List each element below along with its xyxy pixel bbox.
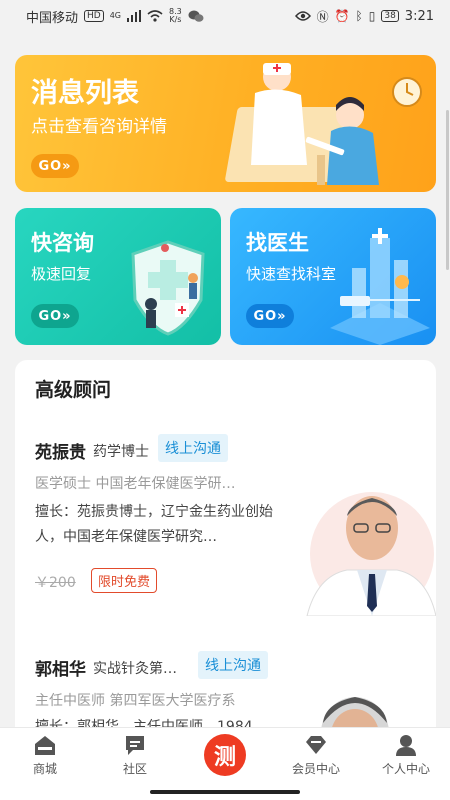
find-doctor-subtitle: 快速查找科室	[246, 265, 337, 283]
consultant-specialty: 擅长：苑振贵博士，辽宁金生药业创始人，中国老年保健医学研究…	[35, 504, 273, 545]
nav-label-member: 会员中心	[291, 762, 340, 776]
hd-badge: HD	[84, 10, 104, 22]
test-center-button[interactable]: 测	[204, 734, 246, 776]
wechat-icon	[188, 10, 204, 22]
nav-label-mall: 商城	[32, 762, 57, 776]
find-doctor-title: 找医生	[246, 231, 309, 255]
carrier-label: 中国移动	[26, 10, 79, 26]
home-icon	[35, 736, 55, 755]
quick-consult-card[interactable]: 快咨询 极速回复 GO»	[15, 208, 221, 345]
status-left: 中国移动 HD 4G 8.3 K/s	[26, 7, 204, 26]
member-icon	[306, 736, 326, 754]
nav-item-mall[interactable]: 商城	[10, 734, 80, 777]
status-bar: 中国移动 HD 4G 8.3 K/s Ⓝ ⏰ ᛒ ▯ 38 3:21	[0, 0, 450, 32]
net-speed: 8.3 K/s	[169, 8, 182, 24]
vibrate-icon: ▯	[368, 9, 376, 23]
scrollbar[interactable]	[446, 110, 449, 270]
section-heading: 高级顾问	[35, 379, 112, 401]
consultant-credentials: 医学硕士 中国老年保健医学研…	[35, 476, 236, 492]
senior-consultants-panel: 高级顾问 苑振贵 药学博士 线上沟通 医学硕士 中国老年保健医学研… 擅长：苑振…	[15, 360, 436, 740]
consultant-name: 苑振贵	[35, 443, 86, 463]
status-right: Ⓝ ⏰ ᛒ ▯ 38 3:21	[294, 8, 434, 25]
message-list-card[interactable]: 消息列表 点击查看咨询详情 GO»	[15, 55, 436, 192]
message-list-go-button[interactable]: GO»	[31, 154, 79, 178]
consultant-name: 郭相华	[35, 660, 86, 680]
nav-item-community[interactable]: 社区	[100, 734, 170, 777]
network-type: 4G	[109, 11, 122, 20]
quick-consult-title: 快咨询	[31, 231, 94, 255]
consultant-credentials: 主任中医师 第四军医大学医疗系	[35, 693, 236, 709]
profile-icon	[396, 735, 416, 756]
nfc-icon: Ⓝ	[316, 9, 329, 24]
find-doctor-go-button[interactable]: GO»	[246, 304, 294, 328]
quick-consult-go-button[interactable]: GO»	[31, 304, 79, 328]
online-chat-tag[interactable]: 线上沟通	[158, 434, 228, 462]
nav-item-profile[interactable]: 个人中心	[371, 734, 441, 777]
message-list-subtitle: 点击查看咨询详情	[31, 117, 167, 137]
message-list-title: 消息列表	[31, 78, 139, 109]
nav-label-profile: 个人中心	[381, 762, 430, 776]
net-speed-unit: K/s	[169, 15, 182, 24]
clock: 3:21	[404, 8, 434, 24]
consultant-card[interactable]: 苑振贵 药学博士 线上沟通 医学硕士 中国老年保健医学研… 擅长：苑振贵博士，辽…	[15, 434, 436, 618]
signal-icon	[127, 10, 142, 22]
consultant-title: 药学博士	[93, 444, 149, 460]
quick-consult-subtitle: 极速回复	[31, 265, 92, 283]
nav-label-community: 社区	[122, 762, 147, 776]
find-doctor-card[interactable]: 找医生 快速查找科室 GO»	[230, 208, 436, 345]
nav-item-member[interactable]: 会员中心	[281, 734, 351, 777]
wifi-icon	[147, 10, 163, 22]
online-chat-tag[interactable]: 线上沟通	[198, 651, 268, 679]
limited-free-badge: 限时免费	[91, 568, 158, 593]
consultant-title: 实战针灸第…	[93, 661, 177, 677]
community-icon	[126, 736, 144, 755]
original-price: ￥200	[35, 575, 76, 591]
battery-icon: 38	[381, 10, 399, 22]
home-indicator[interactable]	[150, 790, 300, 794]
doctor-portrait	[306, 492, 436, 616]
alarm-icon: ⏰	[334, 9, 350, 23]
bluetooth-icon: ᛒ	[355, 9, 363, 23]
eye-icon	[294, 11, 311, 21]
